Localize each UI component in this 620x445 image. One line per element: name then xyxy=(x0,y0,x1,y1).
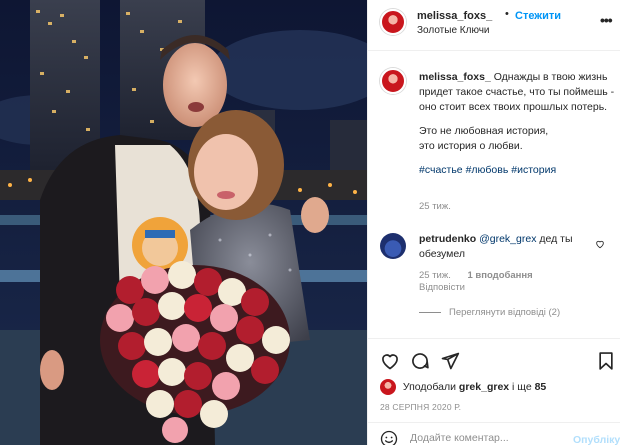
commenter-username[interactable]: petrudenko xyxy=(419,233,476,245)
emoji-smiley-icon[interactable] xyxy=(380,430,398,445)
caption-line-2: Это не любовная история, xyxy=(419,125,549,137)
like-heart-icon[interactable] xyxy=(380,351,400,371)
comment-mention[interactable]: @grek_grex xyxy=(479,233,536,245)
likes-middle: і ще xyxy=(512,380,532,393)
comment-input[interactable] xyxy=(410,432,560,444)
caption-text: melissa_foxs_ Однажды в твою жизнь приде… xyxy=(419,70,615,187)
likes-summary[interactable]: Уподобали grek_grex і ще 85 xyxy=(380,379,546,395)
comment-bubble-icon[interactable] xyxy=(410,351,430,371)
hashtag-link[interactable]: #история xyxy=(511,164,556,176)
author-username[interactable]: melissa_foxs_ xyxy=(417,10,492,22)
publish-button[interactable]: Опублікувати xyxy=(573,434,620,445)
follow-button[interactable]: Стежити xyxy=(515,10,561,22)
comment-text: petrudenko @grek_grex дед ты обезумел xyxy=(419,232,589,262)
liker-username[interactable]: grek_grex xyxy=(459,381,509,393)
comment-timestamp[interactable]: 25 тиж. xyxy=(419,270,451,281)
post-side-panel: melissa_foxs_ • Стежити Золотые Ключи ••… xyxy=(367,0,620,445)
view-replies-label: Переглянути відповіді (2) xyxy=(449,307,561,318)
save-bookmark-icon[interactable] xyxy=(596,351,616,371)
hashtag-link[interactable]: #счастье xyxy=(419,164,463,176)
replies-divider-line xyxy=(419,311,441,313)
reply-button[interactable]: Відповісти xyxy=(419,282,465,293)
comment-meta: 25 тиж. 1 вподобання xyxy=(419,270,533,281)
more-dots-icon[interactable]: ••• xyxy=(600,12,613,28)
couple-with-roses-image xyxy=(0,0,367,445)
post-date[interactable]: 28 СЕРПНЯ 2020 Р. xyxy=(380,402,461,412)
caption-author-avatar[interactable] xyxy=(380,68,406,94)
hashtags: #счастье #любовь #история xyxy=(419,163,615,178)
likes-count[interactable]: 85 xyxy=(535,381,547,393)
share-paper-plane-icon[interactable] xyxy=(440,351,460,371)
author-avatar[interactable] xyxy=(380,9,406,35)
post-photo[interactable] xyxy=(0,0,367,445)
caption-line-3: это история о любви. xyxy=(419,140,523,152)
likes-prefix: Уподобали xyxy=(402,380,456,393)
post-header: melissa_foxs_ • Стежити Золотые Ключи ••… xyxy=(368,0,620,51)
view-replies-button[interactable]: Переглянути відповіді (2) xyxy=(419,307,560,318)
add-comment-bar: Опублікувати xyxy=(368,422,620,445)
comment-like-heart-icon[interactable] xyxy=(595,239,605,249)
separator-dot: • xyxy=(505,8,509,20)
commenter-avatar[interactable] xyxy=(380,233,406,259)
liker-avatar xyxy=(380,379,396,395)
caption-timestamp[interactable]: 25 тиж. xyxy=(419,201,451,212)
comment-likes-count[interactable]: 1 вподобання xyxy=(468,270,533,281)
post-location[interactable]: Золотые Ключи xyxy=(417,25,490,36)
hashtag-link[interactable]: #любовь xyxy=(466,164,509,176)
caption-username[interactable]: melissa_foxs_ xyxy=(419,71,491,83)
